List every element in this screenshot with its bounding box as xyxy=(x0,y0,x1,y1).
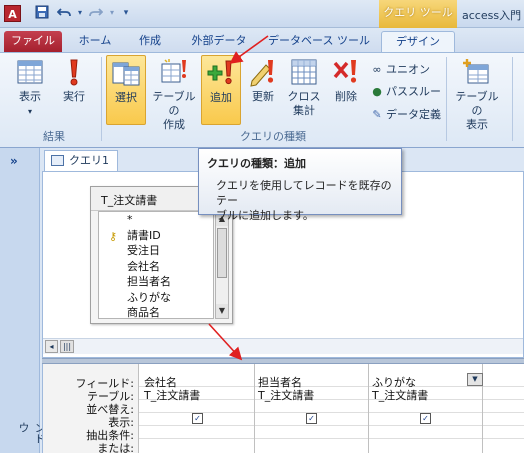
show-table-button[interactable]: テーブルの 表示 xyxy=(452,57,502,132)
query1-tab-label: クエリ1 xyxy=(69,154,109,167)
grid-row-labels: フィールド: テーブル: 並べ替え: 表示: 抽出条件: または: xyxy=(43,364,139,453)
undo-dropdown-icon[interactable]: ▾ xyxy=(72,5,88,21)
make-table-icon xyxy=(161,59,186,83)
query-type-group-label: クエリの種類 xyxy=(240,130,306,143)
customize-qat-icon[interactable]: ▾ xyxy=(118,5,134,21)
access-app-icon[interactable]: A xyxy=(4,5,21,22)
tab-file[interactable]: ファイル xyxy=(4,31,62,52)
ribbon: 表示 ▾ 実行 結果 選択 テーブルの 作成 追加 更新 クロス 集計 削除 ∞ ユ… xyxy=(0,52,524,148)
field-item[interactable]: ⚷ 請書ID xyxy=(99,228,213,244)
delete-x-icon xyxy=(333,60,357,83)
view-button[interactable]: 表示 ▾ xyxy=(8,57,52,119)
field-item[interactable]: 担当者名 xyxy=(99,274,213,290)
grid-table-cell[interactable]: T_注文請書 xyxy=(372,387,428,403)
query-icon xyxy=(51,155,64,166)
datasheet-view-icon xyxy=(17,60,43,84)
make-table-label-1: テーブルの xyxy=(152,90,196,117)
grid-column[interactable]: ふりがな ▼ T_注文請書 ✓ xyxy=(369,364,483,453)
field-item[interactable]: 商品名 xyxy=(99,305,213,318)
crosstab-grid-icon xyxy=(291,59,317,85)
field-item[interactable]: * xyxy=(99,212,213,228)
tab-database-tools[interactable]: データベース ツール xyxy=(264,31,374,52)
append-query-button[interactable]: 追加 xyxy=(201,55,241,125)
navigation-pane-collapsed[interactable]: » xyxy=(0,148,40,453)
results-group-label: 結果 xyxy=(43,130,65,143)
query-design-grid[interactable]: フィールド: テーブル: 並べ替え: 表示: 抽出条件: または: 会社名 T_… xyxy=(42,364,524,453)
update-label: 更新 xyxy=(252,90,274,103)
append-label: 追加 xyxy=(210,91,232,104)
document-title: access入門 xyxy=(462,9,522,22)
select-query-button[interactable]: 選択 xyxy=(106,55,146,125)
show-table-label-1: テーブルの xyxy=(455,90,499,117)
title-bar: A ▾ ▾ ▾ クエリ ツール access入門 xyxy=(0,0,524,28)
union-rings-icon: ∞ xyxy=(372,63,382,76)
delete-label: 削除 xyxy=(335,90,357,103)
crosstab-label-2: 集計 xyxy=(293,104,315,117)
table-pane-hscrollbar[interactable]: ◂ ||| xyxy=(43,338,523,354)
select-label: 選択 xyxy=(115,91,137,104)
crosstab-label-1: クロス xyxy=(287,90,321,103)
scroll-down-icon[interactable]: ▼ xyxy=(216,304,228,318)
expand-chevron-icon[interactable]: » xyxy=(10,154,18,168)
tab-design[interactable]: デザイン xyxy=(381,31,455,52)
show-checkbox[interactable]: ✓ xyxy=(306,413,317,424)
crosstab-query-button[interactable]: クロス 集計 xyxy=(284,57,324,118)
union-label: ユニオン xyxy=(386,63,430,76)
make-table-button[interactable]: テーブルの 作成 xyxy=(148,57,200,132)
passthrough-label: パススルー xyxy=(386,85,441,98)
tab-query1[interactable]: クエリ1 xyxy=(44,150,118,171)
field-item[interactable]: ふりがな xyxy=(99,290,213,306)
tab-home[interactable]: ホーム xyxy=(70,31,120,52)
grid-table-cell[interactable]: T_注文請書 xyxy=(144,387,200,403)
show-checkbox[interactable]: ✓ xyxy=(192,413,203,424)
save-icon[interactable] xyxy=(34,5,50,21)
field-list-scrollbar[interactable]: ▲ ▼ xyxy=(215,211,229,319)
field-item[interactable]: 受注日 xyxy=(99,243,213,259)
scroll-left-icon[interactable]: ◂ xyxy=(45,340,58,353)
show-table-label-2: 表示 xyxy=(466,118,488,131)
tab-create[interactable]: 作成 xyxy=(128,31,172,52)
update-query-button[interactable]: 更新 xyxy=(246,57,280,104)
passthrough-button[interactable]: ● パススルー xyxy=(370,83,441,99)
field-dropdown-icon[interactable]: ▼ xyxy=(467,373,483,386)
redo-icon[interactable] xyxy=(88,5,104,21)
tab-external-data[interactable]: 外部データ xyxy=(180,31,258,52)
view-label: 表示 xyxy=(19,90,41,103)
union-button[interactable]: ∞ ユニオン xyxy=(370,61,430,77)
scroll-thumb-grip-icon[interactable]: ||| xyxy=(60,340,74,353)
pen-icon: ✎ xyxy=(372,108,382,121)
grid-column[interactable]: 会社名 T_注文請書 ✓ xyxy=(141,364,255,453)
grid-column[interactable]: 担当者名 T_注文請書 ✓ xyxy=(255,364,369,453)
exclamation-icon xyxy=(70,59,78,86)
run-label: 実行 xyxy=(63,90,85,103)
update-pencil-icon xyxy=(250,60,274,87)
data-definition-label: データ定義 xyxy=(386,108,441,121)
group-divider xyxy=(512,57,513,141)
run-button[interactable]: 実行 xyxy=(56,57,92,104)
field-list: * ⚷ 請書ID 受注日 会社名 担当者名 ふりがな 商品名 xyxy=(98,211,214,319)
primary-key-icon: ⚷ xyxy=(109,229,118,243)
data-definition-button[interactable]: ✎ データ定義 xyxy=(370,106,441,122)
ribbon-tabs: ファイル ホーム 作成 外部データ データベース ツール デザイン xyxy=(0,28,524,52)
query-tools-context-title: クエリ ツール xyxy=(379,0,457,28)
append-plus-icon xyxy=(207,60,232,85)
row-label-or: または: xyxy=(97,442,134,453)
undo-icon[interactable] xyxy=(56,5,72,21)
tooltip-title: クエリの種類：追加 xyxy=(207,157,306,170)
field-item[interactable]: 会社名 xyxy=(99,259,213,275)
show-checkbox[interactable]: ✓ xyxy=(420,413,431,424)
group-divider xyxy=(101,57,102,141)
select-query-icon xyxy=(112,62,140,86)
show-table-icon xyxy=(463,59,489,84)
tooltip-body: クエリを使用してレコードを既存のテー ブルに追加します。 xyxy=(216,179,392,222)
globe-icon: ● xyxy=(372,85,382,98)
delete-query-button[interactable]: 削除 xyxy=(328,57,364,104)
group-divider xyxy=(446,57,447,141)
append-query-tooltip: クエリの種類：追加 クエリを使用してレコードを既存のテー ブルに追加します。 xyxy=(198,148,402,222)
scroll-thumb[interactable] xyxy=(217,228,227,278)
grid-table-cell[interactable]: T_注文請書 xyxy=(258,387,314,403)
